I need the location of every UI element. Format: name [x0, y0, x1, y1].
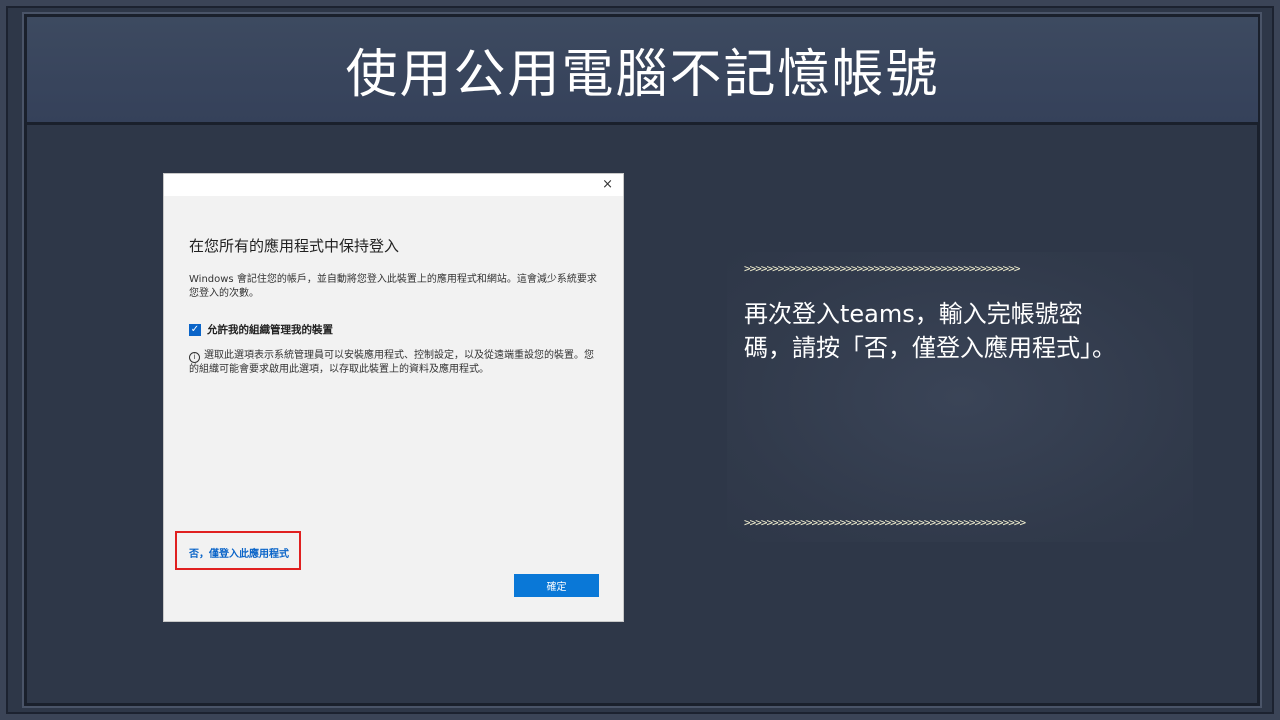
no-sign-in-app-only-link[interactable]: 否，僅登入此應用程式 — [189, 545, 289, 560]
dialog-description: Windows 會記住您的帳戶，並自動將您登入此裝置上的應用程式和網站。這會減少… — [189, 274, 597, 299]
info-note: i 選取此選項表示系統管理員可以安裝應用程式、控制設定，以及從遠端重設您的裝置。您… — [189, 349, 599, 377]
title-bar: 使用公用電腦不記憶帳號 — [27, 17, 1258, 125]
checkbox-checked-icon[interactable]: ✓ — [189, 323, 201, 336]
dialog-heading: 在您所有的應用程式中保持登入 — [189, 237, 400, 255]
dialog-title-bar: × — [164, 174, 623, 196]
manage-device-checkbox-label[interactable]: 允許我的組織管理我的裝置 — [207, 322, 333, 337]
manage-device-checkbox-row[interactable]: ✓ 允許我的組織管理我的裝置 — [189, 322, 333, 337]
info-icon: i — [189, 352, 200, 363]
instruction-panel: >>>>>>>>>>>>>>>>>>>>>>>>>>>>>>>>>>>>>>>>… — [727, 252, 1193, 542]
info-note-text: 選取此選項表示系統管理員可以安裝應用程式、控制設定，以及從遠端重設您的裝置。您的… — [189, 350, 594, 375]
slide-title: 使用公用電腦不記憶帳號 — [345, 45, 940, 105]
instruction-text: 再次登入teams，輸入完帳號密碼，請按「否，僅登入應用程式」。 — [744, 300, 1116, 362]
arrow-divider-bottom: >>>>>>>>>>>>>>>>>>>>>>>>>>>>>>>>>>>>>>>>… — [744, 516, 1026, 529]
arrow-divider-top: >>>>>>>>>>>>>>>>>>>>>>>>>>>>>>>>>>>>>>>>… — [744, 262, 1021, 275]
close-icon[interactable]: × — [602, 177, 613, 192]
ok-button[interactable]: 確定 — [514, 574, 599, 597]
keep-signed-in-dialog: × 在您所有的應用程式中保持登入 Windows 會記住您的帳戶，並自動將您登入… — [163, 173, 624, 622]
